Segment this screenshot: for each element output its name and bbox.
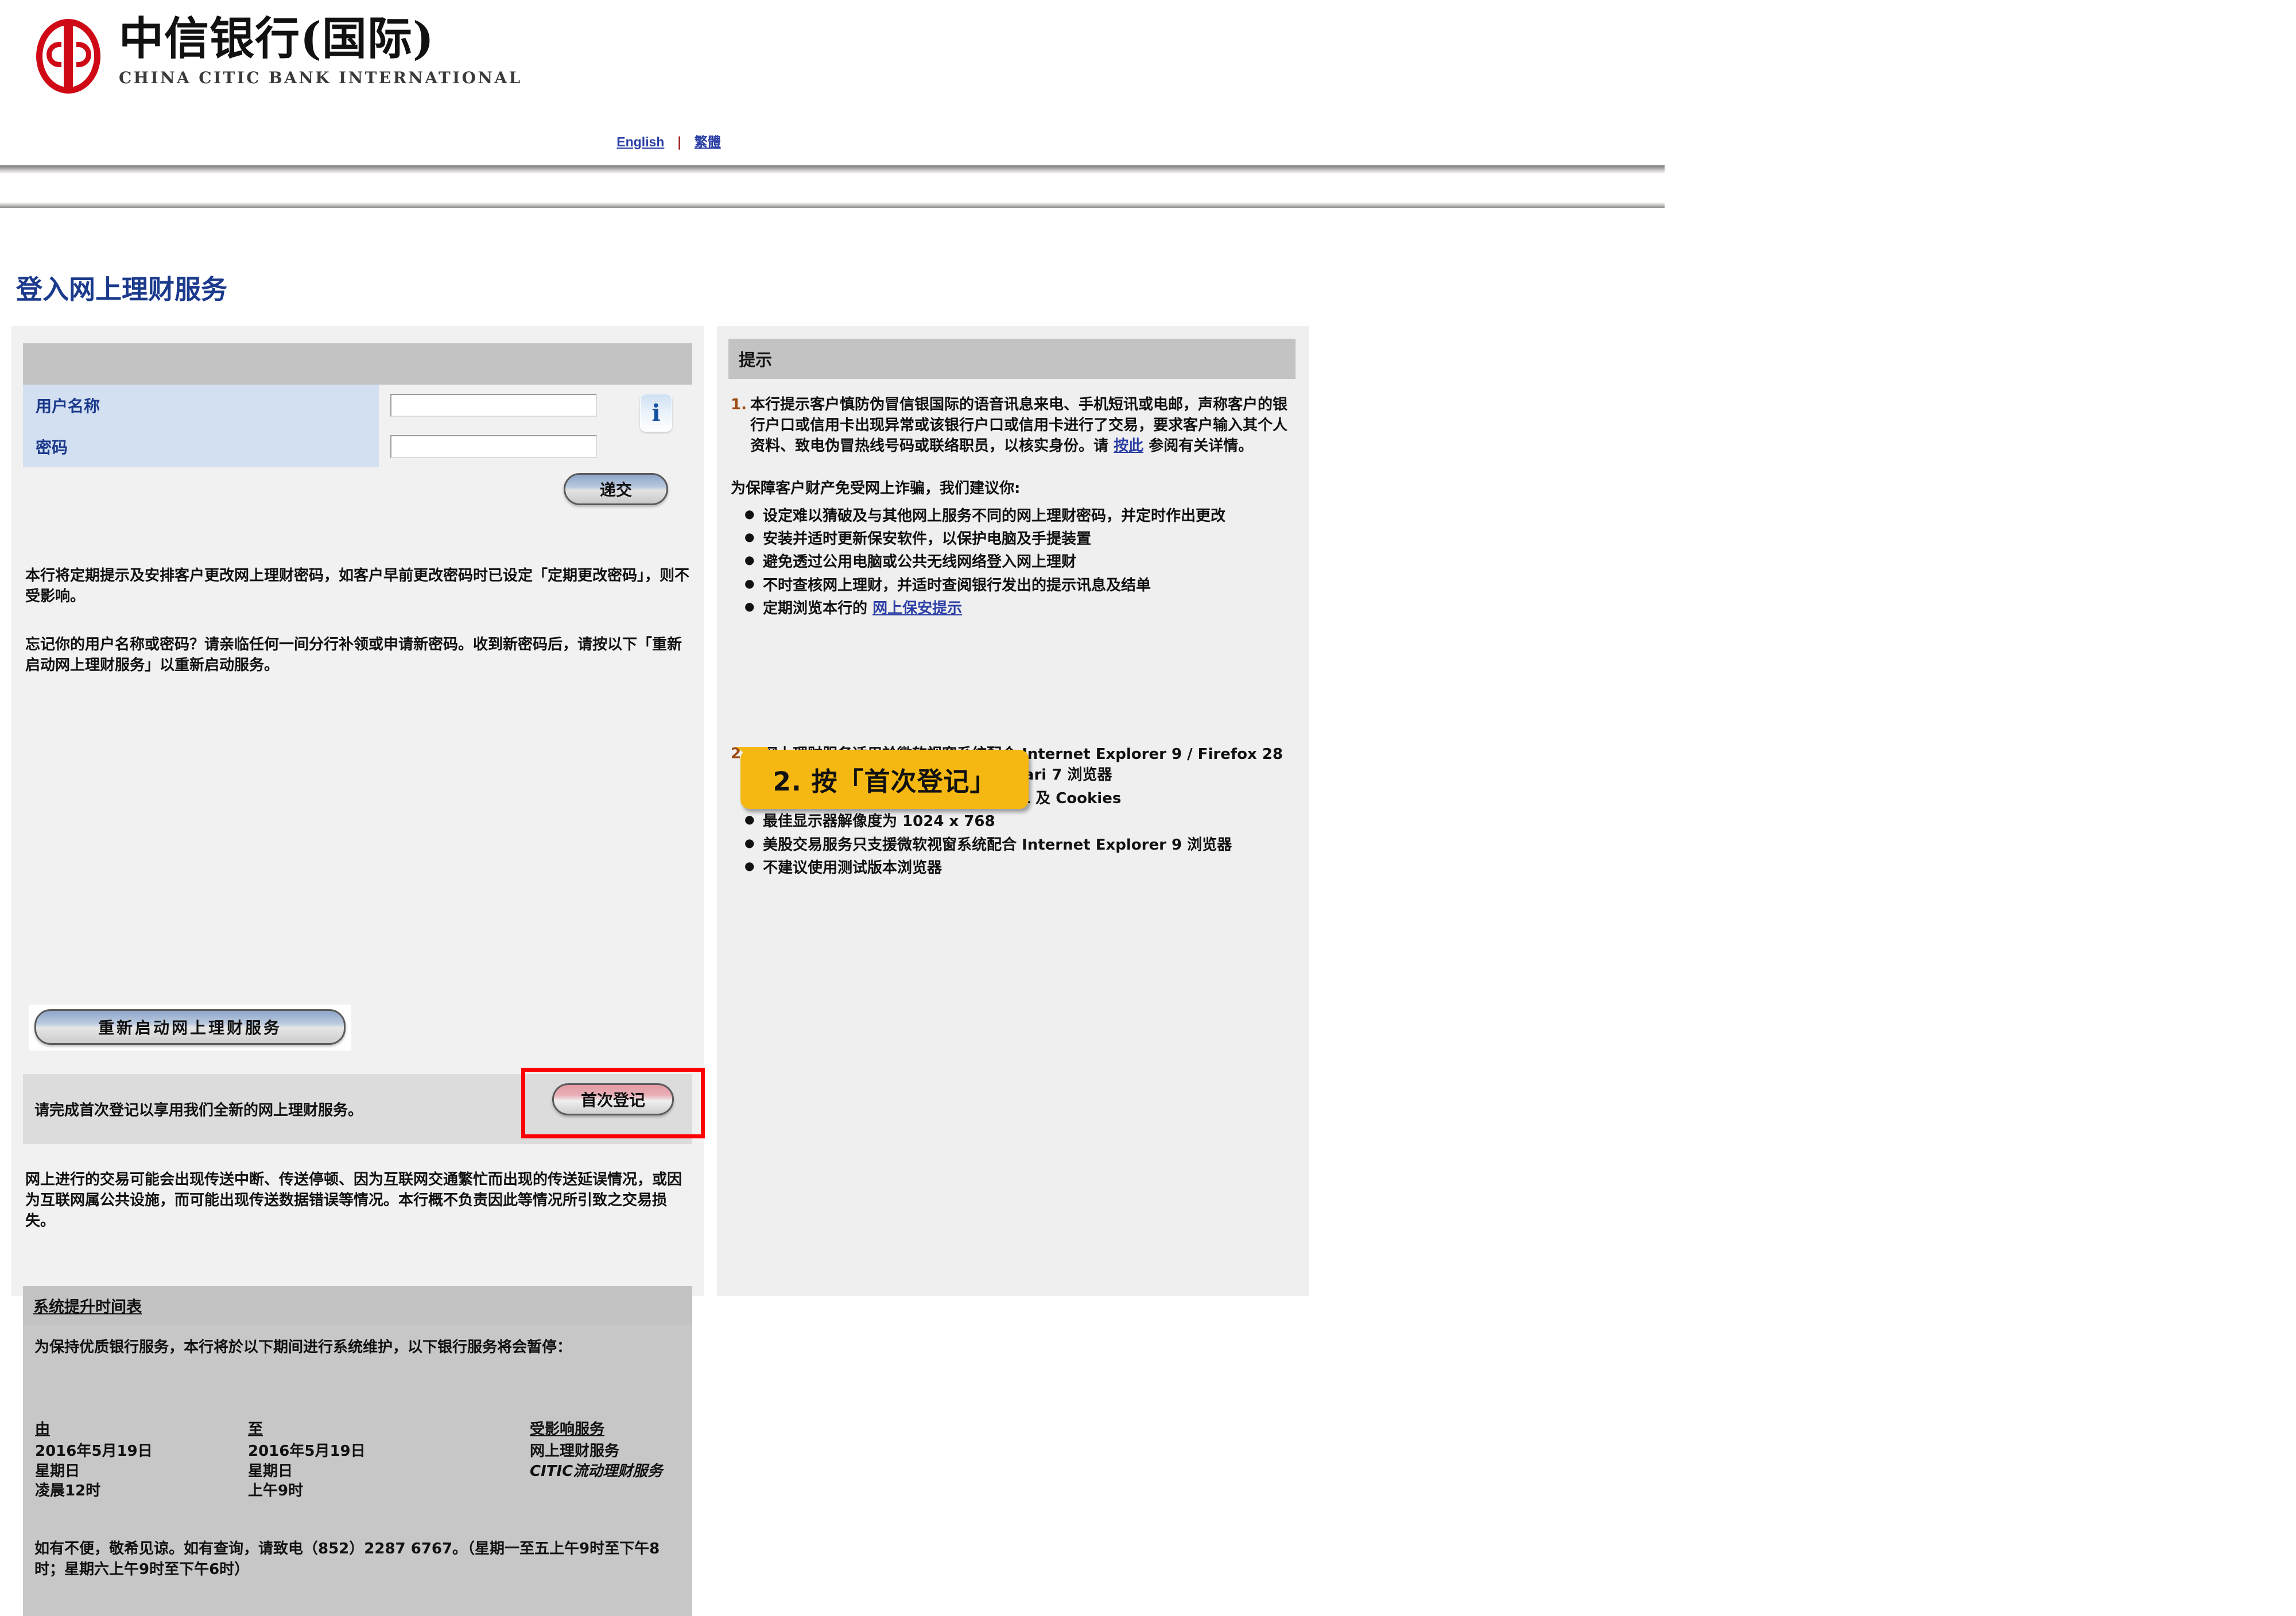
advice-bullet-list: 设定难以猜破及与其他网上服务不同的网上理财密码，并定时作出更改 安装并适时更新保… — [731, 506, 1298, 619]
schedule-service-2-label: CITIC流动理财服务 — [530, 1462, 663, 1480]
logo-wordmark: 中信银行(国际) CHINA CITIC BANK INTERNATIONAL — [119, 13, 522, 88]
password-input[interactable] — [390, 435, 597, 458]
schedule-col-services: 受影响服务 — [530, 1421, 605, 1438]
tips-panel-body: 1. 本行提示客户慎防伪冒信银国际的语音讯息来电、手机短讯或电邮，声称客户的银行… — [731, 395, 1298, 622]
forgot-credentials-paragraph: 忘记你的用户名称或密码？请亲临任何一间分行补领或申请新密码。收到新密码后，请按以… — [25, 636, 682, 674]
system-upgrade-schedule-panel: 系统提升时间表 为保持优质银行服务，本行将於以下期间进行系统维护，以下银行服务将… — [23, 1286, 692, 1616]
logo-english-name: CHINA CITIC BANK INTERNATIONAL — [119, 68, 522, 87]
schedule-from-cell: 2016年5月19日 星期日 凌晨12时 — [34, 1441, 247, 1502]
schedule-table: 由 至 受影响服务 2016年5月19日 星期日 凌晨12时 2016年5月19… — [34, 1417, 677, 1502]
schedule-services-cell: 网上理财服务 CITIC流动理财服务 — [529, 1441, 677, 1502]
login-form: 用户名称 密码 递交 i — [23, 343, 692, 516]
first-registration-text: 请完成首次登记以享用我们全新的网上理财服务。 — [34, 1102, 363, 1119]
schedule-to-day: 星期日 — [248, 1462, 293, 1480]
advice-bullet-with-link: 定期浏览本行的 网上保安提示 — [744, 598, 1298, 619]
page-title: 登入网上理财服务 — [16, 274, 227, 305]
submit-row: 递交 — [23, 467, 692, 516]
requirement-bullet: 美股交易服务只支援微软视窗系统配合 Internet Explorer 9 浏览… — [744, 835, 1298, 855]
schedule-service-1: 网上理财服务 — [530, 1443, 620, 1460]
restart-service-button[interactable]: 重新启动网上理财服务 — [34, 1009, 346, 1045]
schedule-header-row: 由 至 受影响服务 — [34, 1417, 677, 1441]
username-label: 用户名称 — [36, 397, 100, 416]
schedule-col-to: 至 — [248, 1421, 263, 1438]
advice-bullet: 不时查核网上理财，并适时查阅银行发出的提示讯息及结单 — [744, 575, 1298, 596]
password-label-cell: 密码 — [23, 426, 379, 467]
requirement-bullet: 不建议使用测试版本浏览器 — [744, 858, 1298, 878]
login-form-header — [23, 343, 692, 385]
schedule-to-cell: 2016年5月19日 星期日 上午9时 — [247, 1441, 529, 1502]
header-divider-top — [0, 165, 1665, 173]
schedule-service-2: CITIC流动理财服务 — [530, 1462, 666, 1482]
username-input[interactable] — [390, 394, 597, 417]
password-input-cell — [379, 426, 692, 467]
schedule-col-from: 由 — [35, 1421, 51, 1438]
schedule-to-date: 2016年5月19日 — [248, 1443, 366, 1460]
requirement-bullet: 最佳显示器解像度为 1024 x 768 — [744, 811, 1298, 832]
advice-bullet-prefix: 定期浏览本行的 — [763, 600, 873, 618]
logo-chinese-name: 中信银行(国际) — [119, 13, 435, 65]
restart-service-wrapper: 重新启动网上理财服务 — [29, 1005, 351, 1051]
advice-bullet: 避免透过公用电脑或公共无线网络登入网上理财 — [744, 552, 1298, 572]
instruction-callout-text: 2. 按「首次登记」 — [773, 766, 996, 797]
header-divider-bottom — [0, 202, 1665, 208]
password-label: 密码 — [36, 438, 68, 457]
password-row: 密码 — [23, 426, 692, 467]
tips-panel-title: 提示 — [739, 350, 773, 370]
language-separator: | — [677, 135, 682, 150]
schedule-note: 如有不便，敬希见谅。如有查询，请致电（852）2287 6767。（星期一至五上… — [34, 1540, 660, 1579]
schedule-from-time: 凌晨12时 — [35, 1482, 101, 1500]
schedule-from-day: 星期日 — [35, 1462, 80, 1480]
bank-logo: 中信银行(国际) CHINA CITIC BANK INTERNATIONAL — [32, 14, 522, 95]
language-switcher: English | 繁體 — [0, 131, 1337, 150]
language-link-traditional[interactable]: 繁體 — [695, 134, 721, 149]
tips-item-1: 1. 本行提示客户慎防伪冒信银国际的语音讯息来电、手机短讯或电邮，声称客户的银行… — [731, 395, 1298, 457]
advice-bullet: 安装并适时更新保安软件，以保护电脑及手提装置 — [744, 529, 1298, 549]
info-icon[interactable]: i — [640, 394, 672, 432]
tips-item-1-text-b: 参阅有关详情。 — [1143, 437, 1254, 455]
username-row: 用户名称 — [23, 385, 692, 426]
tips-panel-header: 提示 — [728, 339, 1296, 379]
tips-item-1-link[interactable]: 按此 — [1114, 437, 1143, 455]
tips-item-1-body: 本行提示客户慎防伪冒信银国际的语音讯息来电、手机短讯或电邮，声称客户的银行户口或… — [750, 395, 1298, 457]
credentials-table: 用户名称 密码 — [23, 385, 692, 467]
schedule-title: 系统提升时间表 — [33, 1298, 142, 1316]
tips-item-1-number: 1. — [731, 396, 747, 413]
instruction-callout: 2. 按「首次登记」 — [740, 750, 1029, 809]
transaction-disclaimer-paragraph: 网上进行的交易可能会出现传送中断、传送停顿、因为互联网交通繁忙而出现的传送延误情… — [25, 1171, 682, 1230]
username-label-cell: 用户名称 — [23, 385, 379, 426]
citic-logo-icon — [32, 14, 106, 95]
language-link-english[interactable]: English — [616, 134, 664, 149]
schedule-to-time: 上午9时 — [248, 1482, 304, 1500]
online-security-tips-link[interactable]: 网上保安提示 — [872, 600, 962, 617]
schedule-row: 2016年5月19日 星期日 凌晨12时 2016年5月19日 星期日 上午9时… — [34, 1441, 677, 1502]
advice-heading: 为保障客户财产免受网上诈骗，我们建议你: — [731, 479, 1021, 497]
password-policy-paragraph: 本行将定期提示及安排客户更改网上理财密码，如客户早前更改密码时已设定「定期更改密… — [25, 567, 690, 605]
advice-bullet: 设定难以猜破及与其他网上服务不同的网上理财密码，并定时作出更改 — [744, 506, 1298, 526]
left-column: 用户名称 密码 递交 i 本行将定期提示及安排客户更改网上理财密码，如客户早前更… — [11, 326, 705, 1616]
site-header: 中信银行(国际) CHINA CITIC BANK INTERNATIONAL … — [0, 0, 1665, 208]
submit-button[interactable]: 递交 — [564, 473, 668, 505]
right-column: 提示 1. 本行提示客户慎防伪冒信银国际的语音讯息来电、手机短讯或电邮，声称客户… — [717, 326, 1309, 1296]
schedule-intro: 为保持优质银行服务，本行将於以下期间进行系统维护，以下银行服务将会暂停： — [34, 1339, 572, 1356]
first-registration-button[interactable]: 首次登记 — [552, 1083, 674, 1115]
schedule-header: 系统提升时间表 — [23, 1286, 692, 1325]
schedule-from-date: 2016年5月19日 — [35, 1443, 153, 1460]
